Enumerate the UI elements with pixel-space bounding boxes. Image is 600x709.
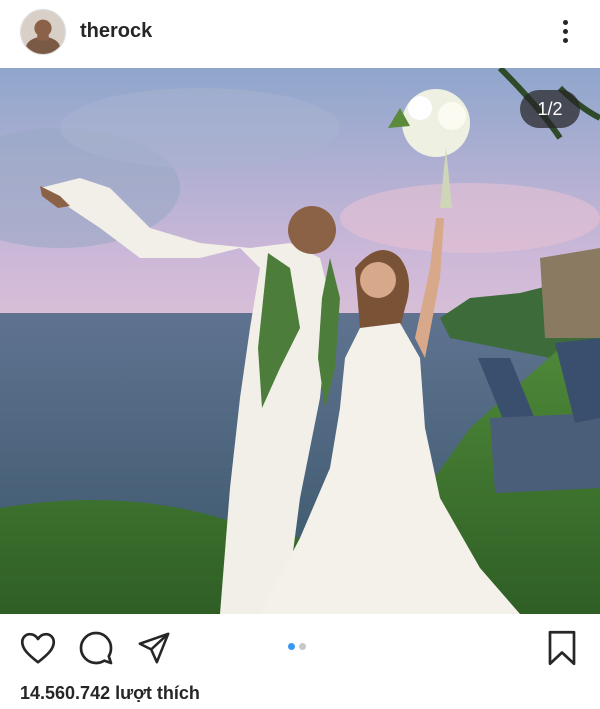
post-header: therock	[0, 0, 600, 68]
paper-plane-icon[interactable]	[134, 628, 174, 668]
more-options-icon[interactable]	[552, 16, 578, 46]
carousel-dot	[299, 643, 306, 650]
profile-photo-icon	[21, 10, 65, 54]
post-photo[interactable]	[0, 68, 600, 614]
carousel-dot-active	[288, 643, 295, 650]
username-link[interactable]: therock	[80, 20, 152, 43]
carousel-indicator	[288, 643, 306, 650]
likes-count[interactable]: 14.560.742 lượt thích	[20, 683, 200, 704]
wedding-photo-image	[0, 68, 600, 614]
photo-counter-badge: 1/2	[520, 90, 580, 128]
heart-icon[interactable]	[18, 628, 58, 668]
comment-icon[interactable]	[76, 628, 116, 668]
post-action-bar	[0, 614, 600, 678]
bookmark-icon[interactable]	[542, 628, 582, 668]
avatar[interactable]	[20, 9, 66, 55]
